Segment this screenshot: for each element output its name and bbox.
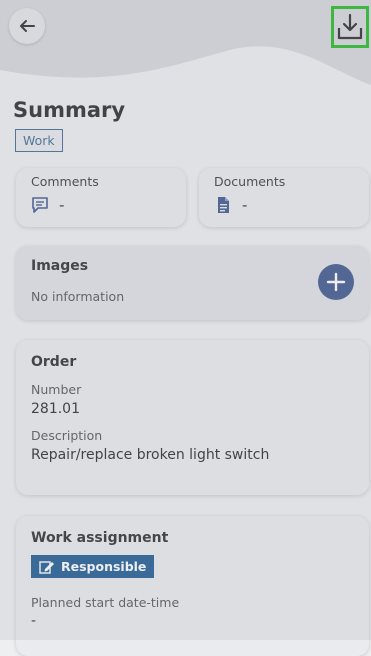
order-card: Order Number 281.01 Description Repair/r… [16,340,369,495]
images-card: Images No information [16,246,369,320]
planned-start-value: - [31,613,37,629]
images-empty-text: No information [31,289,125,304]
order-description-value: Repair/replace broken light switch [31,447,270,463]
documents-card[interactable]: Documents - [199,168,369,227]
download-icon [337,13,363,40]
arrow-left-icon [20,20,35,32]
plus-icon [326,272,346,292]
role-badge-label: Responsible [61,559,147,574]
order-title: Order [31,354,77,370]
order-number-value: 281.01 [31,401,80,417]
work-assignment-title: Work assignment [31,530,169,546]
comments-label: Comments [31,174,99,189]
document-icon [218,197,229,213]
planned-start-label: Planned start date-time [31,595,180,610]
category-badge: Work [15,129,63,152]
page-title: Summary [13,98,126,122]
add-image-button[interactable] [318,264,354,300]
order-number-label: Number [31,382,82,397]
comment-icon [32,197,48,213]
documents-row: - [214,196,247,214]
documents-label: Documents [214,174,286,189]
documents-count: - [242,196,248,214]
work-assignment-card: Work assignment Planned start date-time … [16,516,369,656]
download-button[interactable] [331,6,369,48]
edit-icon [39,560,54,574]
comments-count: - [59,196,65,214]
role-badge: Responsible [31,555,155,578]
comments-card[interactable]: Comments - [16,168,186,227]
comments-row: - [31,196,64,214]
images-title: Images [31,258,89,274]
back-button[interactable] [9,8,45,44]
top-bar [0,0,371,56]
order-description-label: Description [31,428,103,443]
